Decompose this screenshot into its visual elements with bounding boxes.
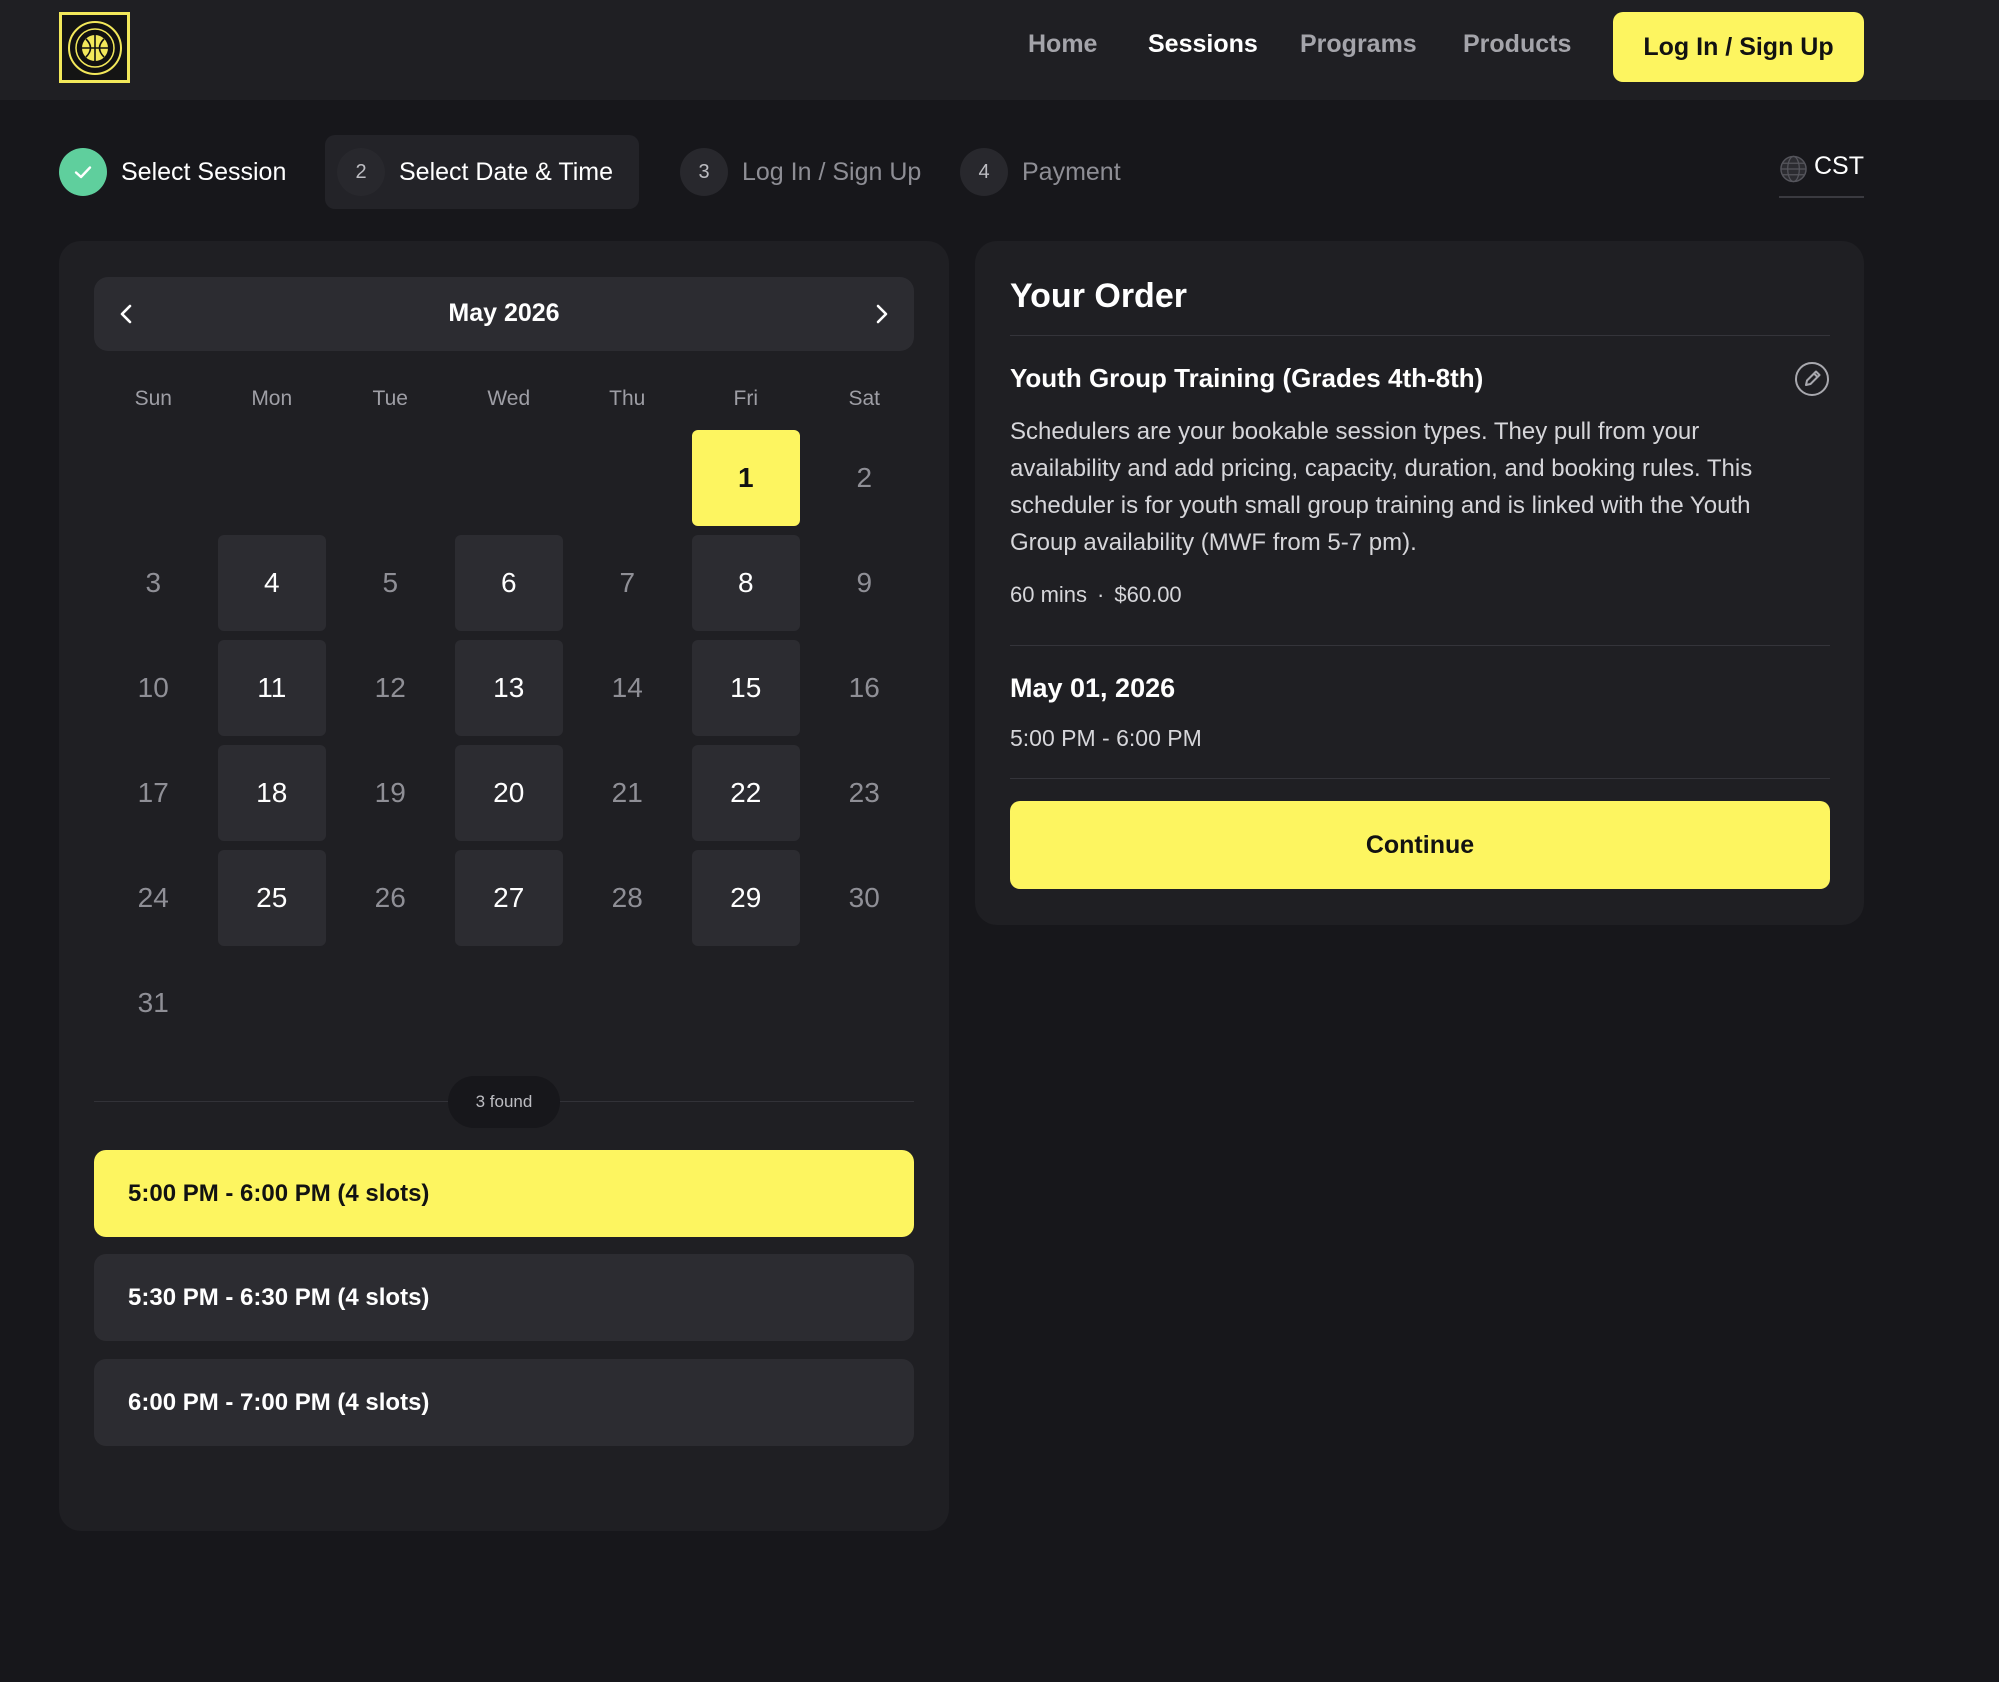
- nav-link-home[interactable]: Home: [1028, 30, 1097, 59]
- results-count-badge: 3 found: [448, 1076, 560, 1128]
- step-label: Log In / Sign Up: [742, 157, 922, 186]
- step-select-date-time[interactable]: 2 Select Date & Time: [325, 135, 639, 209]
- calendar-day-14: 14: [611, 672, 643, 703]
- calendar-day-8[interactable]: 8: [691, 535, 800, 631]
- calendar-day-13[interactable]: 13: [454, 640, 563, 736]
- calendar-day-6[interactable]: 6: [454, 535, 563, 631]
- calendar-day-11[interactable]: 11: [217, 640, 326, 736]
- brand-logo[interactable]: [59, 12, 130, 83]
- calendar-day-25[interactable]: 25: [217, 850, 326, 946]
- calendar-day-31: 31: [137, 987, 169, 1018]
- calendar-day-21: 21: [611, 777, 643, 808]
- step-label: Select Session: [121, 157, 287, 186]
- next-month-button[interactable]: [862, 295, 900, 333]
- timezone-label: CST: [1814, 152, 1864, 180]
- time-slot-option[interactable]: 5:30 PM - 6:30 PM (4 slots): [94, 1254, 914, 1341]
- calendar-day-16: 16: [848, 672, 880, 703]
- meta-separator: ·: [1097, 582, 1105, 607]
- calendar-card: May 2026 Sun Mon Tue Wed Thu Fri Sat 123456789…: [59, 241, 949, 1531]
- weekday-label-thu: Thu: [609, 387, 646, 410]
- time-slot-label: 5:00 PM - 6:00 PM (4 slots): [128, 1179, 430, 1207]
- weekday-label-mon: Mon: [251, 387, 293, 410]
- selected-date: May 01, 2026: [1010, 673, 1176, 703]
- selected-time: 5:00 PM - 6:00 PM: [1010, 725, 1202, 751]
- calendar-day-23: 23: [848, 777, 880, 808]
- calendar-day-20[interactable]: 20: [454, 745, 563, 841]
- step-label: Select Date & Time: [399, 157, 613, 186]
- step-login-signup[interactable]: 3 Log In / Sign Up: [680, 135, 921, 209]
- check-icon: [74, 166, 92, 179]
- session-price: $60.00: [1114, 582, 1182, 607]
- weekday-label-tue: Tue: [372, 387, 408, 410]
- month-title: May 2026: [448, 299, 560, 327]
- calendar-day-29[interactable]: 29: [691, 850, 800, 946]
- basketball-logo-icon: [67, 20, 122, 75]
- calendar-day-9: 9: [856, 567, 873, 598]
- step-number: 2: [337, 148, 385, 196]
- step-complete-check: [59, 148, 107, 196]
- session-description: Schedulers are your bookable session typ…: [1010, 418, 1753, 556]
- nav-link-products[interactable]: Products: [1463, 30, 1571, 59]
- continue-button[interactable]: Continue: [1010, 801, 1830, 889]
- calendar-day-5: 5: [382, 567, 399, 598]
- divider: [1010, 778, 1830, 779]
- step-label: Payment: [1022, 157, 1121, 186]
- calendar-day-19: 19: [374, 777, 406, 808]
- globe-icon: [1780, 155, 1807, 183]
- calendar-day-26: 26: [374, 882, 406, 913]
- month-navigation: May 2026: [94, 277, 914, 351]
- calendar-day-2: 2: [856, 462, 873, 493]
- edit-pencil-icon[interactable]: [1794, 361, 1830, 397]
- calendar-day-7: 7: [619, 567, 636, 598]
- order-summary-card: Your Order Youth Group Training (Grades …: [975, 241, 1864, 925]
- calendar-day-10: 10: [137, 672, 169, 703]
- session-name: Youth Group Training (Grades 4th-8th): [1010, 363, 1484, 393]
- session-duration: 60 mins: [1010, 582, 1088, 607]
- step-number: 3: [680, 148, 728, 196]
- session-meta: 60 mins · $60.00: [1010, 582, 1182, 608]
- nav-link-sessions[interactable]: Sessions: [1148, 30, 1258, 59]
- time-slot-label: 5:30 PM - 6:30 PM (4 slots): [128, 1283, 430, 1311]
- calendar-day-30: 30: [848, 882, 880, 913]
- calendar-day-28: 28: [611, 882, 643, 913]
- calendar-day-15[interactable]: 15: [691, 640, 800, 736]
- step-payment[interactable]: 4 Payment: [960, 135, 1121, 209]
- calendar-day-22[interactable]: 22: [691, 745, 800, 841]
- divider: [1010, 645, 1830, 646]
- calendar-day-17: 17: [137, 777, 169, 808]
- time-slot-option[interactable]: 5:00 PM - 6:00 PM (4 slots): [94, 1150, 914, 1237]
- nav-link-programs[interactable]: Programs: [1300, 30, 1417, 59]
- divider: [1010, 335, 1830, 336]
- calendar-day-24: 24: [137, 882, 169, 913]
- calendar-day-27[interactable]: 27: [454, 850, 563, 946]
- top-navigation-bar: Home Sessions Programs Products Log In /…: [0, 0, 1999, 100]
- calendar-day-1[interactable]: 1: [691, 430, 800, 526]
- timezone-selector[interactable]: CST: [1779, 152, 1864, 198]
- time-slot-option[interactable]: 6:00 PM - 7:00 PM (4 slots): [94, 1359, 914, 1446]
- order-title: Your Order: [1010, 277, 1187, 315]
- login-signup-button[interactable]: Log In / Sign Up: [1613, 12, 1864, 82]
- chevron-right-icon: [876, 304, 888, 324]
- weekday-label-sun: Sun: [134, 387, 172, 410]
- calendar-day-18[interactable]: 18: [217, 745, 326, 841]
- calendar-day-3: 3: [145, 567, 162, 598]
- weekday-label-wed: Wed: [487, 387, 531, 410]
- calendar-day-4[interactable]: 4: [217, 535, 326, 631]
- step-select-session[interactable]: Select Session: [59, 135, 286, 209]
- time-slot-label: 6:00 PM - 7:00 PM (4 slots): [128, 1388, 430, 1416]
- weekday-label-fri: Fri: [733, 387, 759, 410]
- calendar-day-12: 12: [374, 672, 406, 703]
- weekday-label-sat: Sat: [848, 387, 881, 410]
- step-number: 4: [960, 148, 1008, 196]
